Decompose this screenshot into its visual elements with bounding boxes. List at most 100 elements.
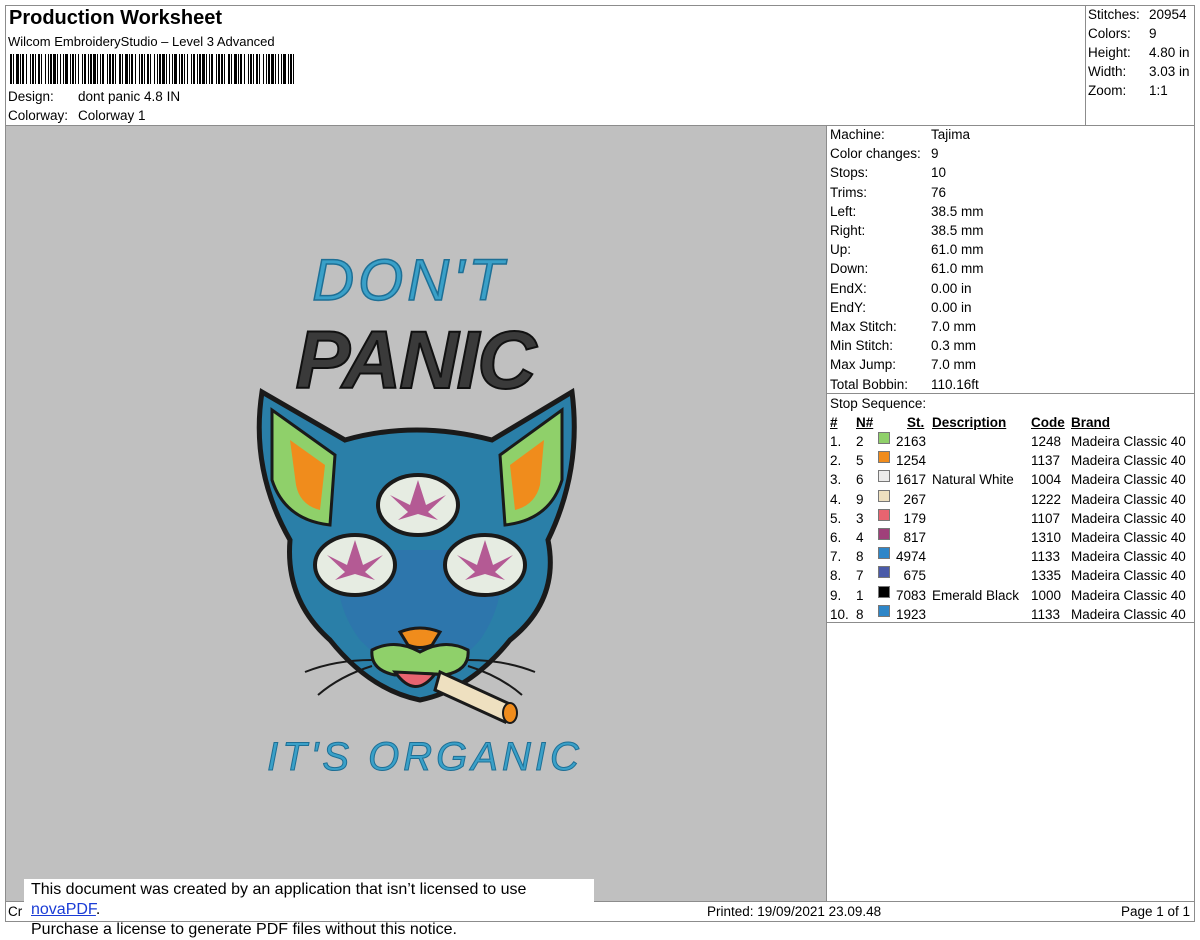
thread-code: 1335 <box>1031 568 1062 584</box>
table-row: 3. 6 1617 Natural White 1004 Madeira Classic … <box>826 470 1195 489</box>
thread-code: 1000 <box>1031 587 1062 603</box>
stitch-count: 2163 <box>895 434 926 449</box>
machine-info-row: Left: 38.5 mm <box>830 202 1190 221</box>
barcode-bar <box>250 54 252 84</box>
machine-info-label: Total Bobbin: <box>830 376 909 392</box>
barcode-bar <box>109 54 111 84</box>
barcode-bar <box>169 54 170 84</box>
barcode-bar <box>115 54 116 84</box>
barcode-bar <box>281 54 282 84</box>
barcode-bar <box>53 54 56 84</box>
table-row: 8. 7 675 1335 Madeira Classic 40 <box>826 566 1195 585</box>
barcode-bar <box>38 54 40 84</box>
barcode-bar <box>199 54 201 84</box>
table-row: 4. 9 267 1222 Madeira Classic 40 <box>826 489 1195 509</box>
barcode-bar <box>181 54 183 84</box>
thread-brand: Madeira Classic 40 <box>1071 587 1186 603</box>
thread-code: 1004 <box>1031 472 1062 488</box>
color-swatch <box>878 547 890 560</box>
barcode-bar <box>82 54 83 84</box>
license-notice-line1: This document was created by an applicat… <box>31 881 527 918</box>
needle-number: 3 <box>856 510 864 526</box>
barcode-bar <box>202 54 205 84</box>
barcode-bar <box>166 54 167 84</box>
barcode-bar <box>248 54 249 84</box>
machine-info-row: Right: 38.5 mm <box>830 221 1190 240</box>
barcode-bar <box>154 54 155 84</box>
thread-brand: Madeira Classic 40 <box>1071 606 1186 622</box>
barcode-bar <box>253 54 254 84</box>
machine-info-value: 38.5 mm <box>931 203 984 219</box>
machine-info-label: Trims: <box>830 184 867 200</box>
machine-info-label: Min Stitch: <box>830 338 894 354</box>
summary-zoom: Zoom: 1:1 <box>1088 83 1168 98</box>
license-notice-line2: Purchase a license to generate PDF files… <box>31 921 457 938</box>
design-label: Design: <box>8 89 54 104</box>
thread-code: 1222 <box>1031 491 1062 507</box>
barcode-bar <box>157 54 158 84</box>
row-number: 2. <box>830 453 842 469</box>
design-text-organic: IT'S ORGANIC <box>267 735 583 779</box>
page-number: Page 1 of 1 <box>1121 904 1191 919</box>
machine-info-value: 10 <box>931 165 947 181</box>
barcode-bar <box>179 54 180 84</box>
stitch-count: 1254 <box>895 453 926 469</box>
color-swatch <box>878 566 890 579</box>
barcode-bar <box>32 54 34 84</box>
barcode-bar <box>240 54 242 84</box>
color-swatch <box>878 508 890 521</box>
summary-list: Stitches: 20954 Colors: 9 Height: 4.80 in W… <box>1088 5 1194 105</box>
machine-info-row: Trims: 76 <box>830 183 1190 202</box>
barcode-bar <box>88 54 89 84</box>
table-row: 1. 2 2163 1248 Madeira Classic 40 <box>826 432 1195 451</box>
barcode-bar <box>147 54 149 84</box>
machine-info-row: Machine: Tajima <box>830 125 1190 144</box>
barcode-bar <box>191 54 192 84</box>
barcode-bar <box>50 54 52 84</box>
machine-info-row: Total Bobbin: 110.16ft <box>830 375 1190 394</box>
machine-info-label: Stops: <box>830 165 869 181</box>
table-row: 7. 8 4974 1133 Madeira Classic 40 <box>826 547 1195 566</box>
row-number: 7. <box>830 549 842 565</box>
machine-info-row: EndY: 0.00 in <box>830 298 1190 317</box>
stitch-count: 179 <box>903 510 926 526</box>
stop-sequence-title: Stop Sequence: <box>830 396 927 411</box>
machine-info-row: Down: 61.0 mm <box>830 259 1190 278</box>
barcode-bar <box>20 54 21 84</box>
machine-info-label: EndY: <box>830 299 867 315</box>
machine-info-row: EndX: 0.00 in <box>830 279 1190 298</box>
machine-info-value: 0.00 in <box>931 280 972 296</box>
needle-number: 6 <box>856 472 864 488</box>
summary-colors: Colors: 9 <box>1088 26 1157 41</box>
barcode-bar <box>263 54 264 84</box>
barcode-bar <box>84 54 86 84</box>
barcode-bar <box>162 54 165 84</box>
barcode-bar <box>72 54 74 84</box>
machine-info-row: Max Stitch: 7.0 mm <box>830 317 1190 336</box>
color-swatch <box>878 489 890 502</box>
software-name: Wilcom EmbroideryStudio – Level 3 Advanc… <box>8 34 275 49</box>
barcode-bar <box>259 54 260 84</box>
barcode-bar <box>218 54 220 84</box>
machine-info-label: Down: <box>830 261 869 277</box>
machine-info-value: 110.16ft <box>931 376 979 392</box>
barcode-bar <box>278 54 279 84</box>
row-number: 1. <box>830 434 842 449</box>
printed-timestamp: Printed: 19/09/2021 23.09.48 <box>707 904 882 919</box>
page-title: Production Worksheet <box>9 7 222 29</box>
needle-number: 5 <box>856 453 864 469</box>
barcode-bar <box>26 54 27 84</box>
barcode-bar <box>268 54 270 84</box>
novapdf-link[interactable]: novaPDF <box>31 901 96 918</box>
machine-info-value: 38.5 mm <box>931 223 984 238</box>
barcode-bar <box>172 54 173 84</box>
barcode-bar <box>48 54 49 84</box>
barcode-bar <box>221 54 223 84</box>
design-value: dont panic 4.8 IN <box>78 89 181 104</box>
summary-width: Width: 3.03 in <box>1088 64 1190 79</box>
barcode-bar <box>206 54 207 84</box>
needle-number: 4 <box>856 530 864 545</box>
machine-info-value: 0.00 in <box>931 299 972 315</box>
row-number: 3. <box>830 472 842 488</box>
thread-code: 1310 <box>1031 530 1062 545</box>
